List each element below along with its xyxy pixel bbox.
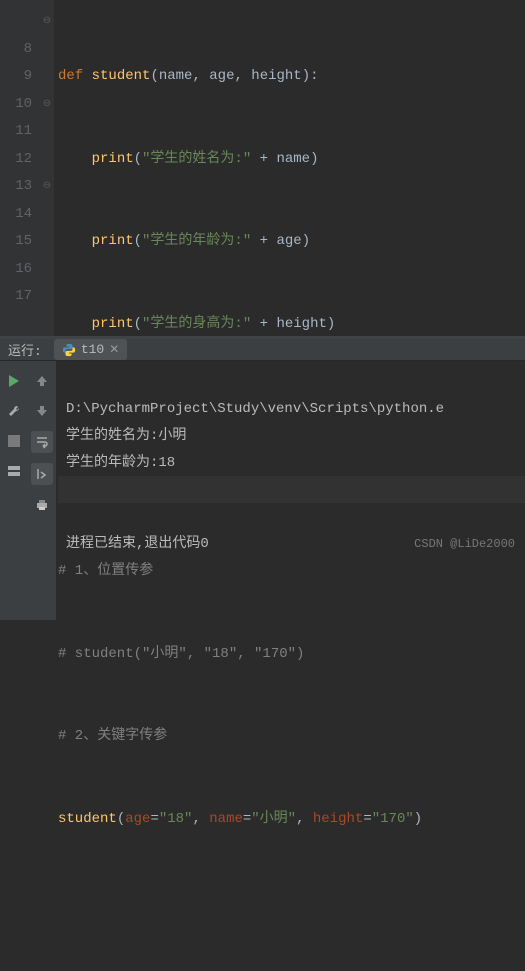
caret-line (58, 476, 525, 504)
run-toolbar-2 (28, 361, 56, 620)
soft-wrap-icon[interactable] (31, 431, 53, 453)
wrench-icon[interactable] (4, 401, 24, 421)
stop-button[interactable] (4, 431, 24, 451)
print-icon[interactable] (32, 495, 52, 515)
line-number-gutter: 8 9 10 11 12 13 14 15 16 17 (0, 0, 40, 336)
code-area[interactable]: def student(name, age, height): print("学… (54, 0, 525, 336)
run-button[interactable] (4, 371, 24, 391)
fold-marker-icon: ⊖ (40, 8, 54, 36)
layout-icon[interactable] (4, 461, 24, 481)
fold-column: ⊖ ⊖ ⊖ (40, 0, 54, 336)
run-title: 运行: (8, 340, 42, 359)
code-editor[interactable]: 8 9 10 11 12 13 14 15 16 17 ⊖ ⊖ ⊖ def st… (0, 0, 525, 336)
run-toolbar-left (0, 361, 28, 620)
down-arrow-icon[interactable] (32, 401, 52, 421)
scroll-to-end-icon[interactable] (31, 463, 53, 485)
up-arrow-icon[interactable] (32, 371, 52, 391)
